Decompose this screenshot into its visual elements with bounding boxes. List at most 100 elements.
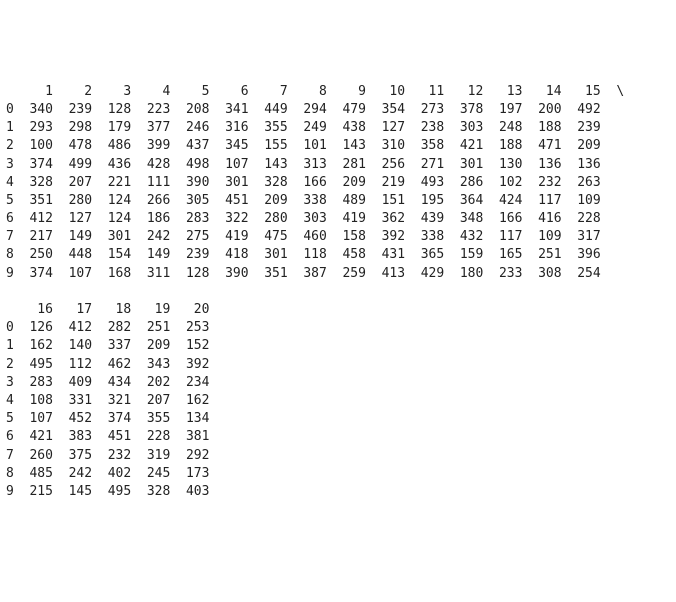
- table-row: 6421383451228381: [6, 428, 670, 446]
- cell-value: 489: [327, 192, 366, 210]
- cell-value: 136: [562, 156, 601, 174]
- row-index: 6: [6, 210, 14, 228]
- cell-value: 242: [131, 228, 170, 246]
- cell-value: 143: [327, 137, 366, 155]
- cell-value: 259: [327, 265, 366, 283]
- table-row: 8250448154149239418301118458431365159165…: [6, 246, 670, 264]
- cell-value: 109: [522, 228, 561, 246]
- row-index: 7: [6, 447, 14, 465]
- table-row: 7260375232319292: [6, 447, 670, 465]
- cell-value: 375: [53, 447, 92, 465]
- cell-value: 197: [483, 101, 522, 119]
- cell-value: 387: [288, 265, 327, 283]
- cell-value: 102: [483, 174, 522, 192]
- cell-value: 234: [170, 374, 209, 392]
- cell-value: 221: [92, 174, 131, 192]
- column-header-row: 1617181920: [6, 301, 670, 319]
- continuation-marker: \: [601, 83, 624, 101]
- cell-value: 338: [288, 192, 327, 210]
- row-index: 1: [6, 337, 14, 355]
- cell-value: 362: [366, 210, 405, 228]
- cell-value: 322: [209, 210, 248, 228]
- cell-value: 248: [483, 119, 522, 137]
- cell-value: 303: [444, 119, 483, 137]
- table-row: 3374499436428498107143313281256271301130…: [6, 156, 670, 174]
- cell-value: 390: [209, 265, 248, 283]
- cell-value: 223: [131, 101, 170, 119]
- index-header: [6, 83, 14, 101]
- cell-value: 251: [131, 319, 170, 337]
- cell-value: 209: [562, 137, 601, 155]
- cell-value: 239: [562, 119, 601, 137]
- cell-value: 127: [53, 210, 92, 228]
- cell-value: 301: [249, 246, 288, 264]
- row-index: 3: [6, 374, 14, 392]
- cell-value: 149: [53, 228, 92, 246]
- cell-value: 233: [483, 265, 522, 283]
- cell-value: 448: [53, 246, 92, 264]
- cell-value: 128: [92, 101, 131, 119]
- cell-value: 471: [522, 137, 561, 155]
- cell-value: 421: [444, 137, 483, 155]
- cell-value: 159: [444, 246, 483, 264]
- column-header: 14: [522, 83, 561, 101]
- column-header: 18: [92, 301, 131, 319]
- cell-value: 162: [14, 337, 53, 355]
- cell-value: 280: [249, 210, 288, 228]
- cell-value: 128: [170, 265, 209, 283]
- row-index: 2: [6, 137, 14, 155]
- cell-value: 239: [53, 101, 92, 119]
- cell-value: 117: [483, 228, 522, 246]
- cell-value: 328: [249, 174, 288, 192]
- row-index: 5: [6, 410, 14, 428]
- column-header: 20: [170, 301, 209, 319]
- cell-value: 292: [170, 447, 209, 465]
- cell-value: 319: [131, 447, 170, 465]
- cell-value: 331: [53, 392, 92, 410]
- cell-value: 219: [366, 174, 405, 192]
- cell-value: 365: [405, 246, 444, 264]
- cell-value: 358: [405, 137, 444, 155]
- cell-value: 437: [170, 137, 209, 155]
- cell-value: 186: [131, 210, 170, 228]
- cell-value: 246: [170, 119, 209, 137]
- row-index: 1: [6, 119, 14, 137]
- cell-value: 351: [14, 192, 53, 210]
- table-row: 6412127124186283322280303419362439348166…: [6, 210, 670, 228]
- cell-value: 256: [366, 156, 405, 174]
- cell-value: 317: [562, 228, 601, 246]
- column-header: 19: [131, 301, 170, 319]
- cell-value: 100: [14, 137, 53, 155]
- cell-value: 202: [131, 374, 170, 392]
- cell-value: 281: [327, 156, 366, 174]
- cell-value: 168: [92, 265, 131, 283]
- cell-value: 421: [14, 428, 53, 446]
- cell-value: 107: [209, 156, 248, 174]
- cell-value: 209: [327, 174, 366, 192]
- cell-value: 232: [522, 174, 561, 192]
- cell-value: 439: [405, 210, 444, 228]
- table-row: 1293298179377246316355249438127238303248…: [6, 119, 670, 137]
- cell-value: 460: [288, 228, 327, 246]
- table-row: 0340239128223208341449294479354273378197…: [6, 101, 670, 119]
- cell-value: 340: [14, 101, 53, 119]
- cell-value: 286: [444, 174, 483, 192]
- cell-value: 117: [522, 192, 561, 210]
- cell-value: 374: [14, 156, 53, 174]
- row-index: 9: [6, 265, 14, 283]
- cell-value: 145: [53, 483, 92, 501]
- cell-value: 328: [131, 483, 170, 501]
- cell-value: 134: [170, 410, 209, 428]
- cell-value: 316: [209, 119, 248, 137]
- cell-value: 136: [522, 156, 561, 174]
- cell-value: 412: [53, 319, 92, 337]
- column-header: 15: [562, 83, 601, 101]
- column-header: 1: [14, 83, 53, 101]
- cell-value: 166: [288, 174, 327, 192]
- cell-value: 337: [92, 337, 131, 355]
- cell-value: 438: [327, 119, 366, 137]
- cell-value: 354: [366, 101, 405, 119]
- index-header: [6, 301, 14, 319]
- cell-value: 127: [366, 119, 405, 137]
- table-row: 1162140337209152: [6, 337, 670, 355]
